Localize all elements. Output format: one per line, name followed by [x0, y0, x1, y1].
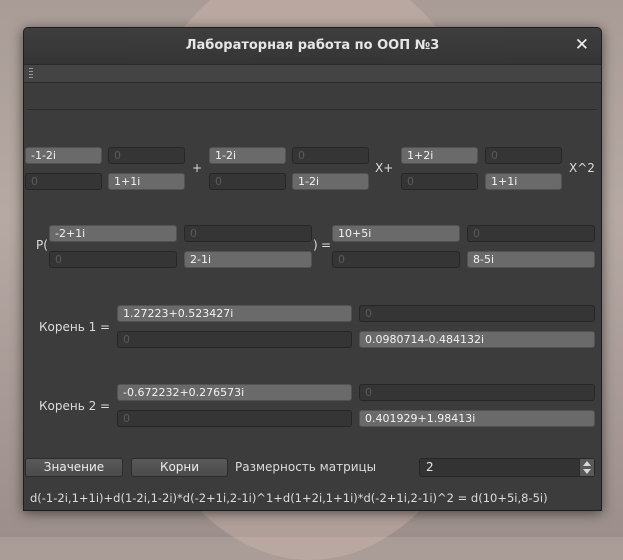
- a1-cell-11[interactable]: 1-2i: [209, 147, 286, 164]
- roots-button[interactable]: Корни: [131, 458, 228, 477]
- window-title: Лабораторная работа по ООП №3: [185, 38, 440, 53]
- a0-cell-11[interactable]: -1-2i: [25, 147, 102, 164]
- arrow-down-icon[interactable]: [583, 469, 591, 474]
- a1-cell-21[interactable]: 0: [209, 173, 286, 190]
- x2-label: X^2: [569, 161, 595, 175]
- root2-cell-12[interactable]: 0: [359, 384, 595, 401]
- root2-cell-22[interactable]: 0.401929+1.98413i: [359, 410, 595, 427]
- a2-cell-21[interactable]: 0: [401, 173, 478, 190]
- toolbar-grip-icon[interactable]: [29, 68, 33, 79]
- a2-cell-22[interactable]: 1+1i: [485, 173, 562, 190]
- toolbar: [24, 65, 601, 83]
- divider: [27, 109, 597, 110]
- p-close-label: ): [313, 238, 318, 252]
- root1-cell-11[interactable]: 1.27223+0.523427i: [117, 305, 352, 322]
- pres-cell-22[interactable]: 8-5i: [467, 251, 595, 268]
- result-formula: d(-1-2i,1+1i)+d(1-2i,1-2i)*d(-2+1i,2-1i)…: [30, 491, 548, 505]
- x-label: X+: [375, 161, 394, 175]
- value-button[interactable]: Значение: [25, 458, 123, 477]
- equals-label: =: [321, 238, 332, 252]
- a0-cell-21[interactable]: 0: [25, 173, 102, 190]
- arrow-up-icon[interactable]: [583, 461, 591, 466]
- root2-cell-21[interactable]: 0: [117, 410, 352, 427]
- parg-cell-12[interactable]: 0: [184, 225, 312, 242]
- parg-cell-22[interactable]: 2-1i: [184, 251, 312, 268]
- root1-cell-12[interactable]: 0: [359, 305, 595, 322]
- a2-cell-11[interactable]: 1+2i: [401, 147, 478, 164]
- root1-cell-22[interactable]: 0.0980714-0.484132i: [359, 331, 595, 348]
- dimension-value: 2: [426, 460, 434, 474]
- parg-cell-21[interactable]: 0: [49, 251, 177, 268]
- pres-cell-11[interactable]: 10+5i: [332, 225, 460, 242]
- root1-label: Корень 1 =: [39, 320, 111, 334]
- title-bar: Лабораторная работа по ООП №3 ✕: [24, 28, 601, 65]
- plus-label: +: [192, 161, 203, 175]
- pres-cell-21[interactable]: 0: [332, 251, 460, 268]
- a1-cell-12[interactable]: 0: [292, 147, 369, 164]
- a1-cell-22[interactable]: 1-2i: [292, 173, 369, 190]
- root2-cell-11[interactable]: -0.672232+0.276573i: [117, 384, 352, 401]
- pres-cell-12[interactable]: 0: [467, 225, 595, 242]
- a2-cell-12[interactable]: 0: [485, 147, 562, 164]
- app-window: Лабораторная работа по ООП №3 ✕ -1-2i 0 …: [23, 27, 602, 511]
- root1-cell-21[interactable]: 0: [117, 331, 352, 348]
- p-open-label: P(: [36, 238, 48, 252]
- close-icon[interactable]: ✕: [575, 35, 589, 55]
- parg-cell-11[interactable]: -2+1i: [49, 225, 177, 242]
- dimension-label: Размерность матрицы: [235, 460, 377, 474]
- spin-buttons[interactable]: [579, 459, 594, 476]
- root2-label: Корень 2 =: [39, 399, 111, 413]
- dimension-spinbox[interactable]: 2: [419, 458, 595, 477]
- a0-cell-12[interactable]: 0: [108, 147, 185, 164]
- a0-cell-22[interactable]: 1+1i: [108, 173, 185, 190]
